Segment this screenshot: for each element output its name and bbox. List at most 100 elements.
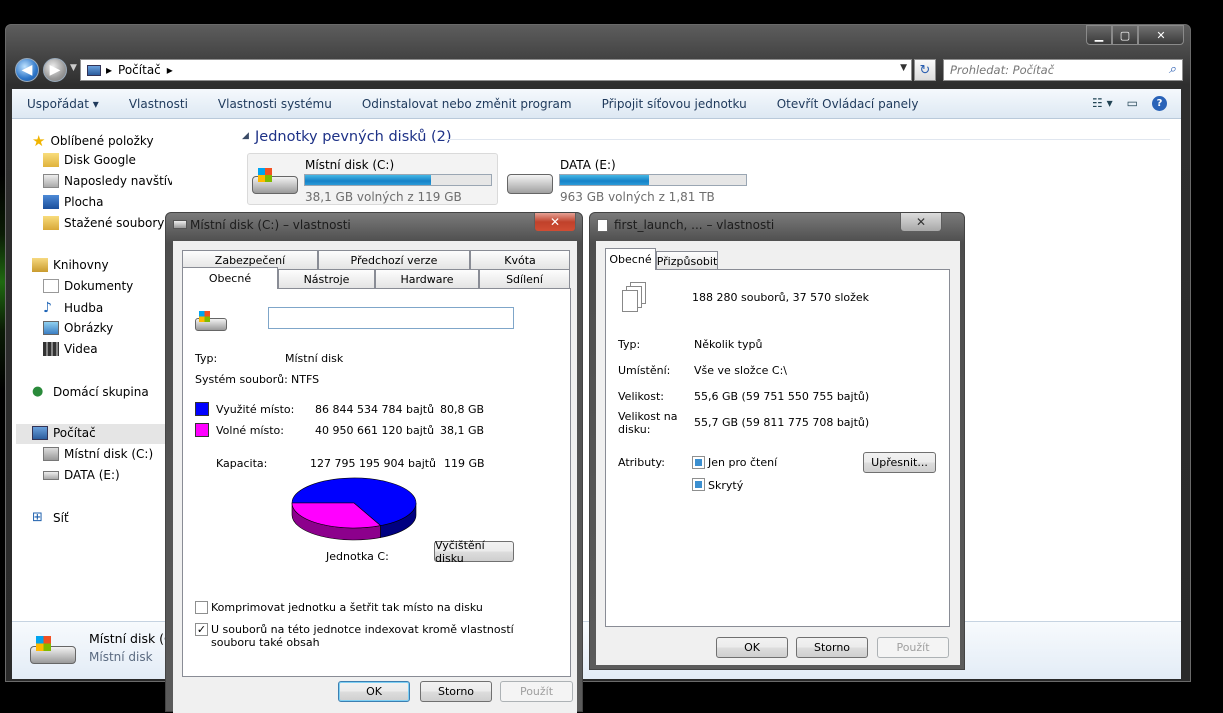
pictures-icon bbox=[43, 321, 59, 335]
separator bbox=[618, 441, 936, 442]
free-space-size: 38,1 GB bbox=[440, 424, 485, 437]
compress-drive-checkbox[interactable] bbox=[195, 601, 208, 614]
folder-icon bbox=[43, 153, 59, 167]
preview-pane-icon[interactable]: ▭ bbox=[1127, 96, 1138, 111]
tab-previous-versions[interactable]: Předchozí verze bbox=[318, 250, 470, 269]
organize-button[interactable]: Uspořádat ▾ bbox=[12, 97, 114, 111]
nav-favorites[interactable]: ★ Oblíbené položky bbox=[32, 132, 154, 150]
type-value: Několik typů bbox=[694, 338, 763, 351]
dialog-title: first_launch, ... – vlastnosti bbox=[614, 218, 775, 232]
location-value: Vše ve složce C:\ bbox=[694, 364, 787, 377]
ok-button[interactable]: OK bbox=[716, 637, 788, 658]
collapse-group-icon[interactable]: ◢ bbox=[242, 131, 249, 141]
cancel-button[interactable]: Storno bbox=[420, 681, 492, 702]
nav-item-music[interactable]: ♪ Hudba bbox=[43, 300, 103, 316]
dialog-title: Místní disk (C:) – vlastnosti bbox=[190, 218, 351, 232]
nav-libraries[interactable]: Knihovny bbox=[32, 258, 109, 272]
command-bar: Uspořádat ▾ Vlastnosti Vlastnosti systém… bbox=[12, 89, 1181, 119]
nav-item-downloads[interactable]: Stažené soubory bbox=[43, 216, 164, 230]
desktop-icon bbox=[43, 195, 59, 209]
group-title[interactable]: Jednotky pevných disků (2) bbox=[255, 129, 452, 145]
nav-item-drive-c[interactable]: Místní disk (C:) bbox=[43, 447, 153, 461]
maximize-button[interactable]: ▢ bbox=[1112, 25, 1138, 45]
forward-button[interactable]: ▶ bbox=[43, 58, 67, 82]
drive-caption: Jednotka C: bbox=[326, 550, 389, 563]
properties-button[interactable]: Vlastnosti bbox=[114, 97, 203, 111]
close-icon[interactable]: ✕ bbox=[900, 213, 942, 232]
index-content-checkbox[interactable]: ✓ bbox=[195, 623, 208, 636]
capacity-label: Kapacita: bbox=[216, 457, 268, 470]
tab-general[interactable]: Obecné bbox=[182, 267, 278, 289]
size-on-disk-label: Velikost na bbox=[618, 410, 678, 423]
files-icon bbox=[597, 219, 608, 232]
tab-tools[interactable]: Nástroje bbox=[278, 269, 375, 288]
libraries-icon bbox=[32, 258, 48, 272]
tab-quota[interactable]: Kvóta bbox=[470, 250, 570, 269]
apply-button[interactable]: Použít bbox=[877, 637, 949, 658]
readonly-checkbox[interactable] bbox=[692, 456, 705, 469]
tab-hardware[interactable]: Hardware bbox=[375, 269, 479, 288]
drive-tile-e[interactable]: DATA (E:) 963 GB volných z 1,81 TB bbox=[502, 153, 753, 205]
minimize-button[interactable]: ▁ bbox=[1086, 25, 1112, 45]
close-icon[interactable]: ✕ bbox=[534, 213, 576, 232]
computer-icon bbox=[87, 64, 101, 76]
back-button[interactable]: ◀ bbox=[15, 58, 39, 82]
drive-tile-c[interactable]: Místní disk (C:) 38,1 GB volných z 119 G… bbox=[247, 153, 498, 205]
windows-drive-icon bbox=[30, 636, 76, 666]
computer-icon bbox=[32, 426, 48, 440]
cancel-button[interactable]: Storno bbox=[796, 637, 868, 658]
disk-cleanup-button[interactable]: Vyčištění disku bbox=[434, 539, 514, 565]
nav-item-pictures[interactable]: Obrázky bbox=[43, 321, 113, 335]
refresh-icon[interactable]: ↻ bbox=[914, 59, 936, 81]
drive-name-input[interactable] bbox=[268, 307, 514, 329]
address-crumb[interactable]: Počítač bbox=[118, 63, 161, 77]
view-options-icon[interactable]: ☷ ▾ bbox=[1092, 96, 1113, 111]
system-properties-button[interactable]: Vlastnosti systému bbox=[203, 97, 347, 111]
tab-panel-general: Typ: Místní disk Systém souborů: NTFS Vy… bbox=[182, 288, 571, 677]
apply-button[interactable]: Použít bbox=[500, 681, 573, 702]
separator bbox=[195, 393, 510, 394]
documents-icon bbox=[43, 279, 59, 293]
star-icon: ★ bbox=[32, 132, 46, 150]
nav-item-drive-e[interactable]: DATA (E:) bbox=[43, 468, 120, 482]
close-button[interactable]: ✕ bbox=[1138, 25, 1184, 45]
compress-drive-label: Komprimovat jednotku a šetřit tak místo … bbox=[211, 601, 483, 614]
separator bbox=[195, 578, 510, 579]
tab-sharing[interactable]: Sdílení bbox=[479, 269, 570, 288]
tab-general[interactable]: Obecné bbox=[605, 248, 656, 270]
music-icon: ♪ bbox=[43, 300, 52, 316]
dialog-body: Zabezpečení Předchozí verze Kvóta Obecné… bbox=[173, 241, 577, 713]
multiple-files-icon bbox=[622, 282, 648, 312]
size-on-disk-value: 55,7 GB (59 811 775 708 bajtů) bbox=[694, 416, 870, 429]
help-icon[interactable]: ? bbox=[1152, 96, 1167, 111]
readonly-label: Jen pro čtení bbox=[708, 456, 778, 469]
hidden-checkbox[interactable] bbox=[692, 478, 705, 491]
drive-icon bbox=[173, 220, 187, 229]
attributes-label: Atributy: bbox=[618, 456, 665, 469]
type-label: Typ: bbox=[195, 352, 218, 365]
open-control-panel-button[interactable]: Otevřít Ovládací panely bbox=[762, 97, 934, 111]
recent-pages-dropdown[interactable]: ▼ bbox=[70, 63, 77, 73]
nav-item-google-drive[interactable]: Disk Google bbox=[43, 153, 136, 167]
nav-computer[interactable]: Počítač bbox=[32, 426, 96, 440]
tab-customize[interactable]: Přizpůsobit bbox=[656, 251, 718, 270]
capacity-size: 119 GB bbox=[444, 457, 485, 470]
windows-drive-icon bbox=[252, 168, 298, 196]
search-input[interactable]: Prohledat: Počítač ⌕ bbox=[943, 59, 1183, 81]
videos-icon bbox=[43, 342, 59, 356]
uninstall-program-button[interactable]: Odinstalovat nebo změnit program bbox=[347, 97, 587, 111]
advanced-button[interactable]: Upřesnit... bbox=[863, 452, 936, 473]
drive-e-usage-bar bbox=[559, 174, 747, 186]
nav-item-documents[interactable]: Dokumenty bbox=[43, 279, 133, 293]
address-dropdown-icon[interactable]: ▼ bbox=[900, 63, 907, 73]
drive-c-usage-bar bbox=[304, 174, 492, 186]
nav-network[interactable]: ⊞ Síť bbox=[32, 510, 69, 525]
nav-item-videos[interactable]: Videa bbox=[43, 342, 98, 356]
nav-homegroup[interactable]: ● Domácí skupina bbox=[32, 384, 149, 399]
free-space-swatch bbox=[195, 423, 209, 437]
ok-button[interactable]: OK bbox=[338, 681, 410, 702]
nav-item-desktop[interactable]: Plocha bbox=[43, 195, 103, 209]
map-network-drive-button[interactable]: Připojit síťovou jednotku bbox=[587, 97, 762, 111]
address-bar[interactable]: ▸ Počítač ▸ ▼ bbox=[80, 59, 912, 81]
window-caption-buttons: ▁ ▢ ✕ bbox=[1086, 25, 1184, 45]
